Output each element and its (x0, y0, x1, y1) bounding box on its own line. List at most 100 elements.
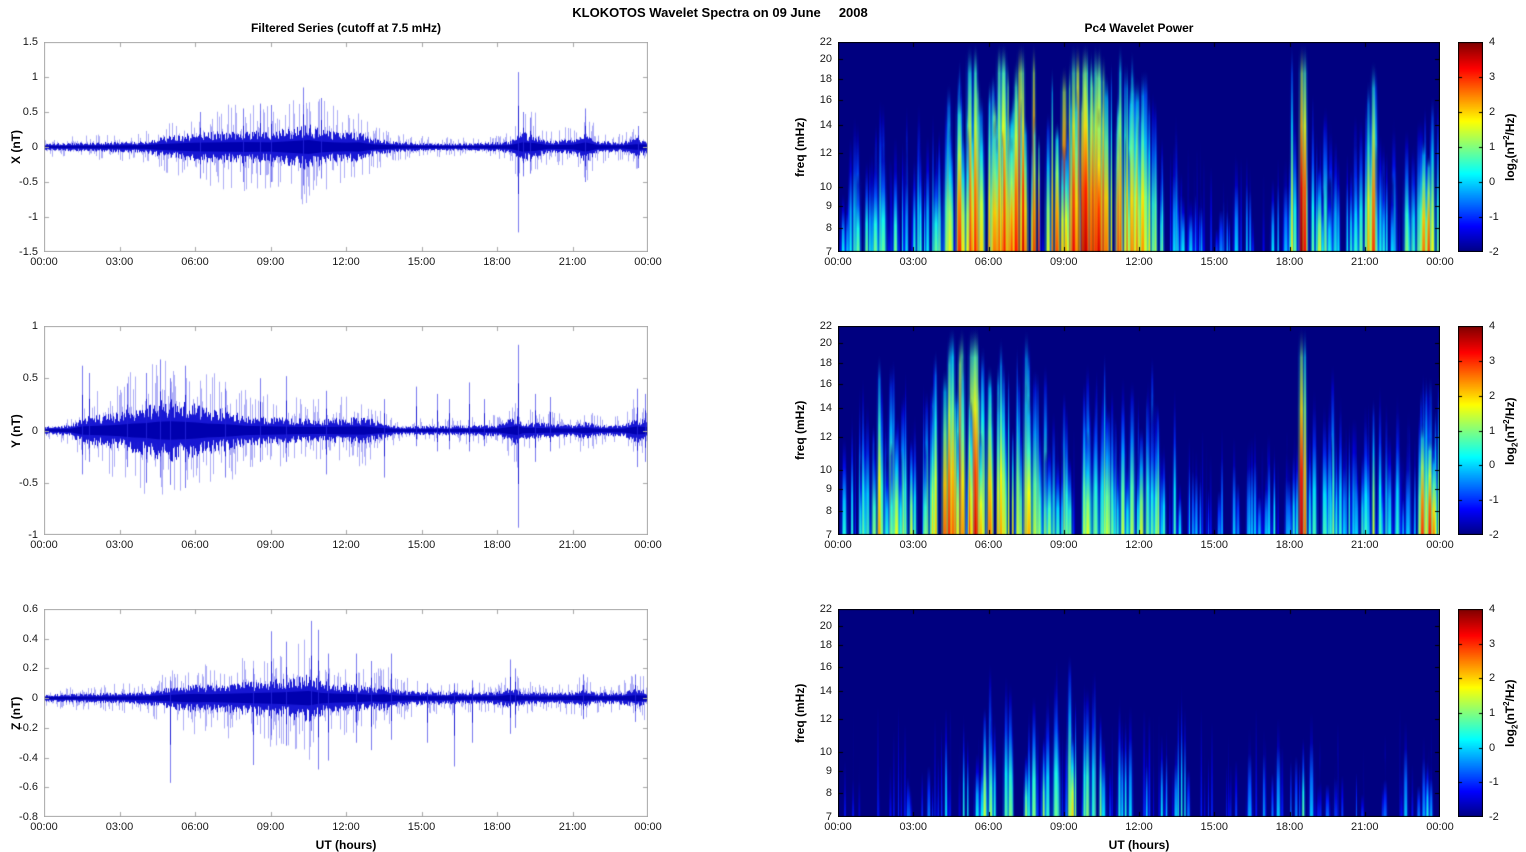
y-tick-label: 10 (819, 463, 832, 476)
wavelet-spectra-figure: KLOKOTOS Wavelet Spectra on 09 June 2008… (0, 0, 1526, 852)
colorbar-label-suffix: /Hz) (1502, 113, 1517, 136)
y-tick-label: 0.6 (22, 603, 38, 615)
x-tick-label: 03:00 (105, 821, 134, 833)
x-tick-label: 21:00 (558, 539, 587, 551)
x-tick-label: 09:00 (1049, 539, 1078, 551)
x-tick-label: 03:00 (899, 256, 928, 268)
y-tick-label: 0.4 (22, 632, 38, 645)
x-tick-label: 00:00 (634, 539, 662, 551)
colorbar-tick-label: 3 (1489, 71, 1496, 83)
spec-y-colorbar (1458, 326, 1483, 535)
y-tick-label: 18 (819, 639, 832, 652)
y-tick-label: 8 (825, 221, 832, 234)
x-tick-label: 18:00 (1275, 539, 1304, 551)
x-tick-label: 00:00 (824, 821, 852, 833)
colorbar-tick-label: 4 (1489, 36, 1496, 48)
spec-x-colorbar-label: log2(nT2/Hz) (1502, 113, 1519, 181)
x-tick-label: 00:00 (30, 821, 58, 833)
spec-z-panel (838, 609, 1440, 817)
x-tick-label: 00:00 (634, 256, 662, 268)
colorbar-label-suffix: /Hz) (1502, 396, 1517, 419)
panel-title: Pc4 Wavelet Power (1084, 21, 1194, 35)
x-tick-label: 00:00 (1426, 256, 1454, 268)
x-tick-label: 21:00 (558, 256, 587, 268)
x-tick-label: 06:00 (181, 821, 209, 833)
x-tick-label: 18:00 (483, 539, 511, 551)
spec-y-colorbar-label: log2(nT2/Hz) (1502, 397, 1519, 465)
y-tick-label: 22 (819, 603, 832, 615)
y-tick-label: 18 (819, 356, 832, 369)
y-tick-label: 8 (825, 504, 832, 517)
x-tick-label: 06:00 (974, 539, 1003, 551)
ts-y-panel (44, 326, 648, 535)
y-tick-label: 1 (31, 71, 38, 83)
y-tick-label: 1.5 (22, 36, 38, 48)
x-tick-label: 15:00 (407, 539, 436, 551)
x-tick-label: 15:00 (1200, 256, 1229, 268)
colorbar-label-sub: 2 (1509, 158, 1519, 163)
ts-x-canvas (44, 42, 648, 252)
x-tick-label: 03:00 (899, 821, 928, 833)
spec-y-canvas (838, 326, 1440, 535)
spec-x-colorbar (1458, 42, 1483, 252)
spec-z-colorbar (1458, 609, 1483, 817)
colorbar-tick-label: -2 (1489, 529, 1499, 541)
ts-x-panel (44, 42, 648, 252)
x-tick-label: 06:00 (181, 256, 209, 268)
colorbar-label-prefix: log (1502, 446, 1517, 465)
colorbar-label-mid: (nT (1502, 423, 1517, 443)
y-tick-label: 0.5 (22, 106, 38, 118)
colorbar-tick-label: -1 (1489, 494, 1499, 507)
spec-z-y-axis-label: freq (mHz) (793, 683, 807, 743)
x-tick-label: 15:00 (407, 256, 436, 268)
y-tick-label: 20 (819, 620, 832, 633)
spec-x-canvas (838, 42, 1440, 252)
x-tick-label: 12:00 (1125, 821, 1153, 833)
spec-y-y-axis-label: freq (mHz) (793, 400, 807, 460)
x-tick-label: 12:00 (332, 539, 360, 551)
x-tick-label: 00:00 (824, 539, 852, 551)
x-tick-label: 00:00 (30, 256, 58, 268)
colorbar-label-sup: 2 (1501, 418, 1511, 424)
y-tick-label: 9 (825, 483, 832, 496)
x-tick-label: 03:00 (105, 256, 134, 268)
x-tick-label: 18:00 (483, 256, 511, 268)
spec-y-panel (838, 326, 1440, 535)
spec-z-canvas (838, 609, 1440, 817)
x-tick-label: 06:00 (181, 539, 209, 551)
colorbar-label-suffix: /Hz) (1502, 679, 1517, 702)
y-tick-label: 1 (31, 320, 38, 332)
colorbar-tick-label: 3 (1489, 354, 1496, 367)
x-tick-label: 00:00 (1426, 539, 1454, 551)
y-tick-label: 8 (825, 786, 832, 799)
y-tick-label: 20 (819, 53, 832, 66)
x-axis-label: UT (hours) (315, 838, 377, 852)
x-tick-label: 00:00 (634, 821, 662, 833)
x-tick-label: 00:00 (30, 539, 58, 551)
colorbar-label-sup: 2 (1501, 135, 1511, 140)
colorbar-tick-label: -2 (1489, 811, 1499, 823)
y-tick-label: 9 (825, 765, 832, 778)
colorbar-label-sub: 2 (1509, 724, 1519, 729)
x-tick-label: 12:00 (1125, 539, 1153, 551)
x-tick-label: 00:00 (1426, 821, 1454, 833)
x-tick-label: 06:00 (974, 821, 1003, 833)
panel-title: Filtered Series (cutoff at 7.5 mHz) (250, 21, 442, 35)
x-tick-label: 09:00 (256, 256, 285, 268)
ts-z-y-axis-label: Z (nT) (9, 696, 23, 730)
colorbar-tick-label: -2 (1489, 246, 1499, 258)
x-tick-label: 18:00 (1275, 821, 1304, 833)
y-tick-label: 9 (825, 199, 832, 212)
spec-x-panel (838, 42, 1440, 252)
colorbar-label-mid: (nT (1502, 705, 1517, 725)
y-tick-label: 16 (819, 378, 832, 391)
y-tick-label: 10 (819, 180, 832, 193)
colorbar-tick-label: 3 (1489, 637, 1496, 650)
y-tick-label: -0.5 (19, 176, 38, 188)
spec-x-y-axis-label: freq (mHz) (793, 117, 807, 177)
colorbar-tick-label: 4 (1489, 603, 1496, 615)
x-axis-label: UT (hours) (1108, 838, 1170, 852)
y-tick-label: 18 (819, 72, 832, 85)
y-tick-label: 22 (819, 36, 832, 48)
x-tick-label: 15:00 (407, 821, 436, 833)
